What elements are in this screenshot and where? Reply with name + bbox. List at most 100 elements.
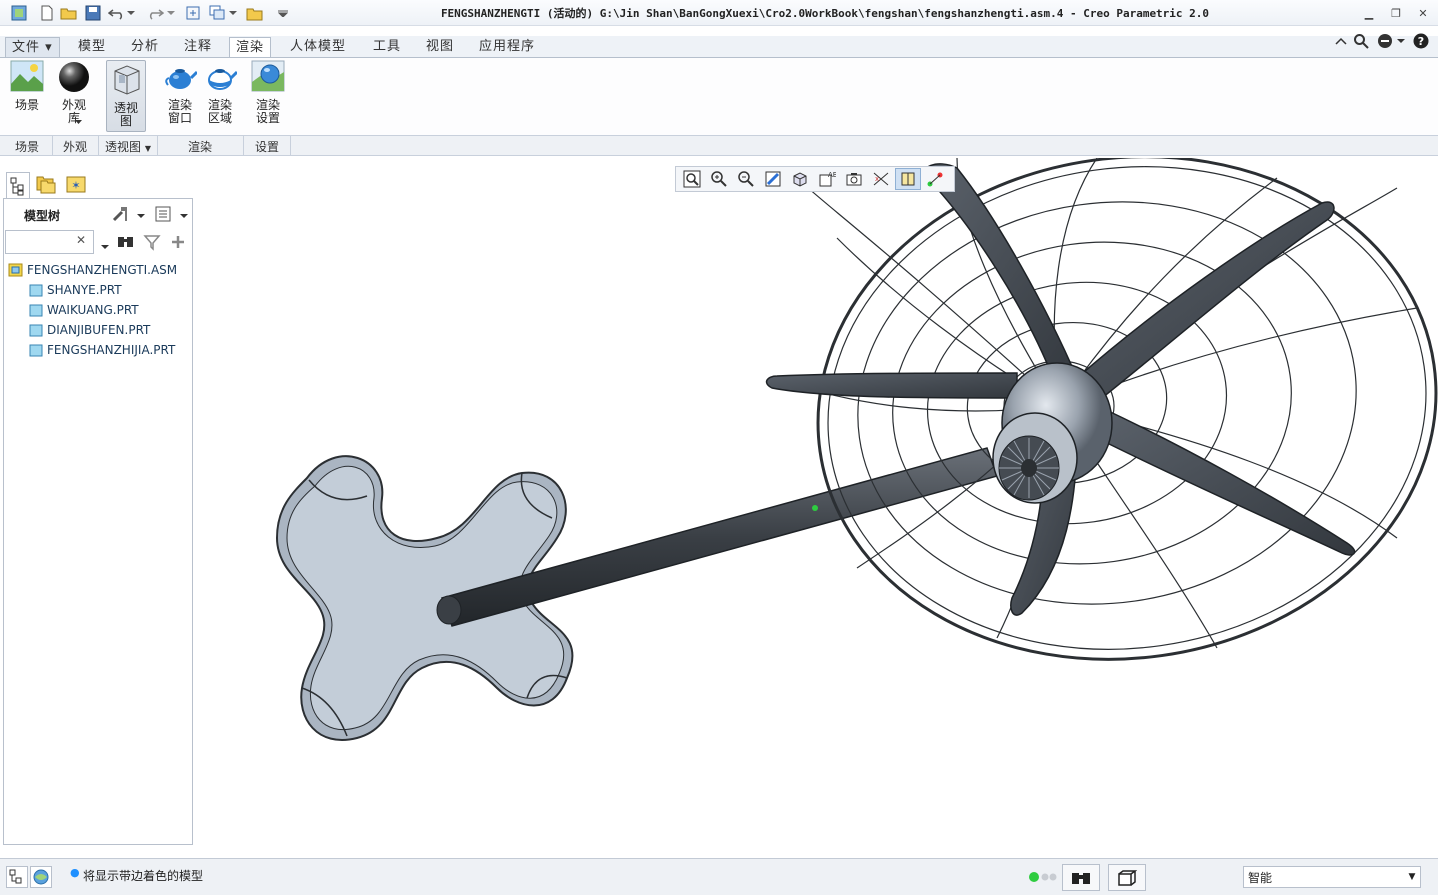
part-icon — [29, 324, 43, 337]
redo-dropdown-icon[interactable] — [166, 4, 176, 22]
scene-button[interactable]: 场景 — [8, 60, 46, 126]
tab-folder-browser[interactable] — [34, 172, 60, 198]
svg-text:AB: AB — [828, 171, 836, 179]
chevron-down-icon: ▼ — [1408, 872, 1416, 882]
appearance-gallery-label: 外观 库 — [61, 98, 86, 125]
render-window-label: 渲染 窗口 — [167, 98, 192, 125]
assembly-icon — [8, 263, 23, 277]
svg-text:?: ? — [1418, 35, 1424, 48]
search-dropdown-icon[interactable] — [101, 239, 109, 253]
render-region-button[interactable]: 渲染 区域 — [200, 60, 240, 132]
saved-views-icon: AB — [819, 171, 836, 187]
tab-tools[interactable]: 工具 — [367, 37, 407, 58]
spin-center-button[interactable] — [895, 168, 921, 190]
show-dropdown-icon[interactable] — [180, 208, 188, 222]
windows-icon[interactable] — [208, 4, 226, 22]
status-bar — [0, 858, 1438, 895]
find-icon[interactable] — [116, 233, 136, 254]
add-column-icon[interactable] — [170, 233, 186, 254]
tab-annotate[interactable]: 注释 — [178, 37, 218, 58]
tab-model-tree[interactable] — [6, 172, 30, 198]
find-button[interactable] — [1062, 864, 1100, 891]
render-settings-button[interactable]: 渲染 设置 — [248, 60, 288, 132]
render-window-button[interactable]: 渲染 窗口 — [160, 60, 200, 132]
collapse-ribbon-icon[interactable] — [1332, 32, 1350, 50]
zoom-out-icon — [738, 171, 754, 187]
close-button[interactable]: ✕ — [1412, 4, 1434, 22]
tab-applications[interactable]: 应用程序 — [473, 37, 541, 58]
zoom-in-icon — [711, 171, 727, 187]
regenerate-icon[interactable] — [184, 4, 202, 22]
tab-render[interactable]: 渲染 — [229, 37, 272, 59]
zoom-in-button[interactable] — [706, 168, 732, 190]
display-style-button[interactable] — [787, 168, 813, 190]
minimize-button[interactable]: ▁ — [1358, 4, 1380, 22]
new-file-icon[interactable] — [38, 4, 56, 22]
repaint-button[interactable] — [760, 168, 786, 190]
selection-mode-button[interactable] — [1108, 864, 1146, 891]
zoom-out-button[interactable] — [733, 168, 759, 190]
windows-dropdown-icon[interactable] — [228, 4, 238, 22]
teapot-icon — [165, 69, 199, 89]
tab-file[interactable]: 文件 ▾ — [5, 37, 60, 58]
community-dropdown-icon[interactable] — [1396, 32, 1406, 50]
tab-favorites[interactable]: ✶ — [64, 172, 90, 198]
teapot-region-icon — [208, 69, 239, 90]
datum-display-button[interactable]: x — [868, 168, 894, 190]
tree-item-part[interactable]: SHANYE.PRT — [28, 280, 122, 300]
repaint-icon — [765, 171, 781, 187]
tab-view[interactable]: 视图 — [420, 37, 460, 58]
tree-search-box[interactable]: ✕ — [5, 230, 94, 254]
filter-icon[interactable] — [143, 233, 161, 254]
binoculars-icon — [1072, 872, 1090, 884]
undo-icon[interactable] — [108, 4, 126, 22]
tree-item-part[interactable]: DIANJIBUFEN.PRT — [28, 320, 150, 340]
message-bullet-icon: ● — [70, 866, 80, 879]
group-perspective-label[interactable]: 透视图 ▼ — [100, 138, 156, 155]
open-folder-icon[interactable] — [60, 4, 78, 22]
view-manager-button[interactable] — [841, 168, 867, 190]
creo-app-icon[interactable] — [10, 4, 28, 22]
part-icon — [29, 304, 43, 317]
tree-item-part[interactable]: WAIKUANG.PRT — [28, 300, 139, 320]
tree-icon — [9, 869, 22, 884]
save-icon[interactable] — [84, 4, 102, 22]
tree-item-label: DIANJIBUFEN.PRT — [47, 323, 151, 337]
redo-icon[interactable] — [146, 4, 164, 22]
tree-item-label: WAIKUANG.PRT — [47, 303, 139, 317]
search-icon[interactable] — [1352, 32, 1370, 50]
saved-orientations-button[interactable]: AB — [814, 168, 840, 190]
perspective-view-button[interactable]: 透视 图 — [106, 60, 146, 132]
render-region-label: 渲染 区域 — [207, 98, 232, 125]
annotation-icon — [927, 172, 943, 187]
window-title: FENGSHANZHENGTI (活动的) G:\Jin Shan\BanGon… — [440, 7, 1210, 20]
help-icon[interactable]: ? — [1412, 32, 1430, 50]
tree-item-part[interactable]: FENGSHANZHIJIA.PRT — [28, 340, 175, 360]
tree-settings-button[interactable] — [110, 204, 132, 224]
browser-icon — [33, 869, 49, 885]
graphics-window[interactable] — [197, 155, 1438, 858]
tree-search-input[interactable] — [8, 232, 72, 252]
community-icon[interactable] — [1376, 32, 1394, 50]
clear-search-icon[interactable]: ✕ — [76, 233, 86, 247]
fan-model-render[interactable] — [197, 155, 1438, 858]
tab-model[interactable]: 模型 — [72, 37, 112, 58]
refit-button[interactable] — [679, 168, 705, 190]
restore-button[interactable]: ❐ — [1385, 4, 1407, 22]
selection-filter-dropdown[interactable]: 智能 ▼ — [1243, 866, 1421, 888]
tab-manikin[interactable]: 人体模型 — [284, 37, 352, 58]
tab-analysis[interactable]: 分析 — [125, 37, 165, 58]
group-divider — [98, 136, 99, 156]
model-tree-header: 模型树 — [24, 209, 61, 223]
scene-button-label: 场景 — [14, 98, 39, 112]
tree-settings-dropdown-icon[interactable] — [137, 208, 145, 222]
appearance-gallery-button[interactable]: 外观 库 — [55, 60, 93, 132]
undo-dropdown-icon[interactable] — [126, 4, 136, 22]
show-columns-button[interactable] — [154, 204, 176, 224]
toggle-navigator-button[interactable] — [6, 866, 28, 888]
close-window-folder-icon[interactable] — [246, 4, 264, 22]
tree-item-assembly[interactable]: FENGSHANZHENGTI.ASM — [8, 260, 177, 280]
customize-toolbar-icon[interactable] — [274, 4, 292, 22]
annotation-display-button[interactable] — [922, 168, 948, 190]
toggle-browser-button[interactable] — [30, 866, 52, 888]
